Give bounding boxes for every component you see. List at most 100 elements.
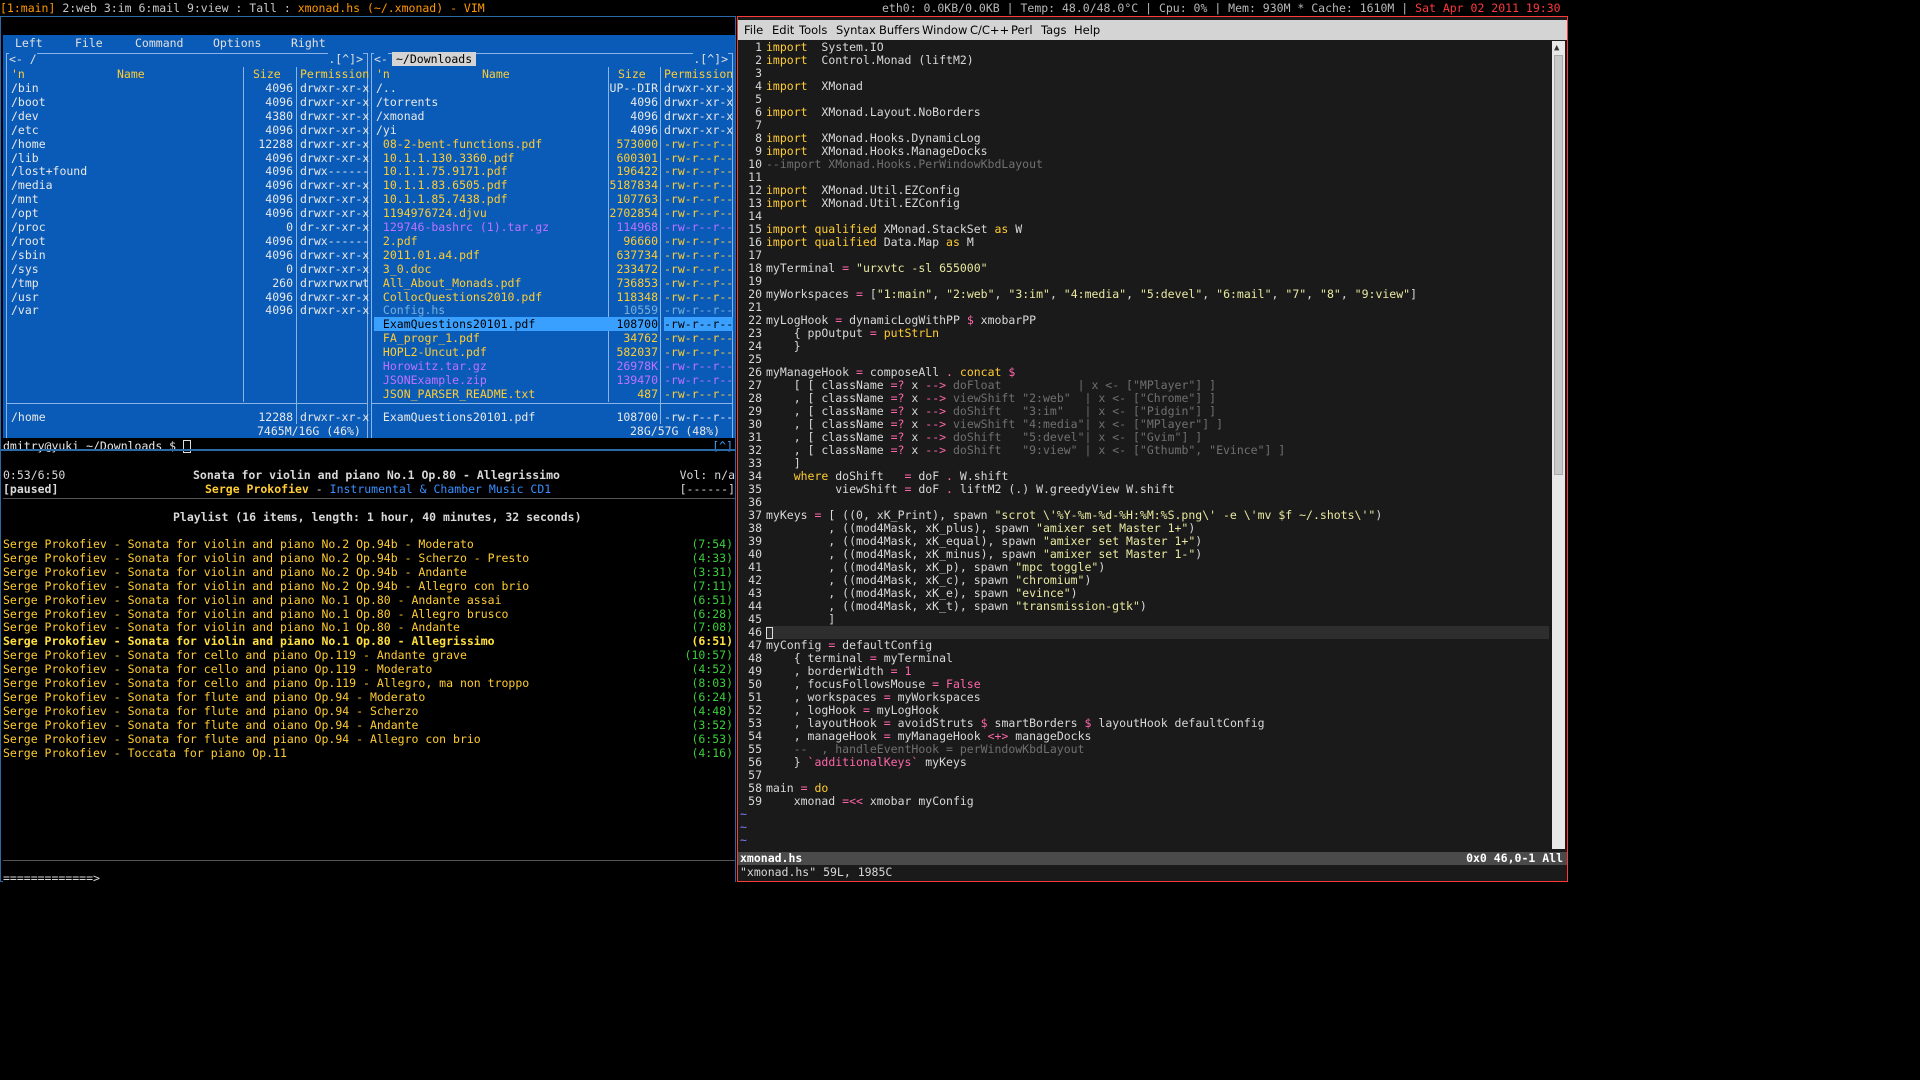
playlist-item[interactable]: Serge Prokofiev - Sonata for cello and p… bbox=[3, 662, 735, 676]
file-size[interactable]: 4096 bbox=[608, 95, 658, 109]
file-name[interactable]: 1194976724.djvu bbox=[376, 206, 487, 220]
file-name[interactable]: JSONExample.zip bbox=[376, 373, 487, 387]
file-perm[interactable]: -rw-r--r-- bbox=[664, 359, 733, 373]
left-terminal-window[interactable]: Left File Command Options Right <- / .[^… bbox=[0, 16, 736, 898]
code-editor[interactable]: 1 import System.IO 2 import Control.Monad (… bbox=[738, 41, 1550, 847]
file-perm[interactable]: -rw-r--r-- bbox=[664, 192, 733, 206]
file-size[interactable]: 118348 bbox=[608, 290, 658, 304]
menu-left[interactable]: Left bbox=[15, 35, 43, 51]
menu-tags[interactable]: Tags bbox=[1041, 20, 1066, 40]
file-perm[interactable]: -rw-r--r-- bbox=[664, 248, 733, 262]
file-perm[interactable]: -rw-r--r-- bbox=[664, 164, 733, 178]
playlist-item[interactable]: Serge Prokofiev - Sonata for violin and … bbox=[3, 579, 735, 593]
menu-file[interactable]: File bbox=[75, 35, 103, 51]
file-size[interactable]: 600301 bbox=[608, 151, 658, 165]
file-size[interactable]: 107763 bbox=[608, 192, 658, 206]
file-name[interactable]: /bin bbox=[11, 81, 39, 95]
left-panel-corner[interactable]: .[^]> bbox=[328, 52, 363, 66]
right-panel-corner[interactable]: .[^]> bbox=[693, 52, 728, 66]
workspace-list[interactable]: 2:web 3:im 6:mail 9:view : Tall : bbox=[62, 1, 290, 15]
file-perm[interactable]: -rw-r--r-- bbox=[664, 373, 733, 387]
file-size[interactable]: 4096 bbox=[243, 303, 293, 317]
file-size[interactable]: 4096 bbox=[243, 248, 293, 262]
file-perm[interactable]: -rw-r--r-- bbox=[664, 345, 733, 359]
file-name[interactable]: 10.1.1.83.6505.pdf bbox=[376, 178, 508, 192]
file-size[interactable]: 12288 bbox=[243, 137, 293, 151]
file-perm[interactable]: drwxr-xr-x bbox=[300, 303, 369, 317]
file-size[interactable]: 4096 bbox=[243, 123, 293, 137]
file-perm[interactable]: drwxr-xr-x bbox=[300, 262, 369, 276]
playlist-item[interactable]: Serge Prokofiev - Sonata for violin and … bbox=[3, 607, 735, 621]
file-size[interactable]: 139470 bbox=[608, 373, 658, 387]
vertical-scrollbar[interactable]: ▲ bbox=[1552, 41, 1565, 849]
file-size[interactable]: 4380 bbox=[243, 109, 293, 123]
file-name[interactable]: ExamQuestions20101.pdf bbox=[376, 317, 535, 331]
vim-cmdline[interactable]: "xmonad.hs" 59L, 1985C bbox=[738, 865, 1567, 879]
code-line[interactable]: } bbox=[766, 340, 801, 353]
menu-right[interactable]: Right bbox=[291, 35, 326, 51]
col-size[interactable]: Size bbox=[618, 67, 646, 81]
code-line[interactable]: xmonad =<< xmobar myConfig bbox=[766, 795, 974, 808]
file-name[interactable]: /lost+found bbox=[11, 164, 87, 178]
playlist-item[interactable]: Serge Prokofiev - Sonata for flute and p… bbox=[3, 704, 735, 718]
file-name[interactable]: Config.hs bbox=[376, 303, 445, 317]
file-perm[interactable]: drwxr-xr-x bbox=[300, 206, 369, 220]
code-line[interactable]: import Control.Monad (liftM2) bbox=[766, 54, 974, 67]
file-name[interactable]: /opt bbox=[11, 206, 39, 220]
code-line[interactable]: myWorkspaces = ["1:main", "2:web", "3:im… bbox=[766, 288, 1417, 301]
menu-command[interactable]: Command bbox=[135, 35, 183, 51]
code-line[interactable]: viewShift = doF . liftM2 (.) W.greedyVie… bbox=[766, 483, 1174, 496]
file-name[interactable]: 129746-bashrc (1).tar.gz bbox=[376, 220, 549, 234]
file-name[interactable]: /yi bbox=[376, 123, 397, 137]
file-size[interactable]: 26978K bbox=[608, 359, 658, 373]
file-name[interactable]: /proc bbox=[11, 220, 46, 234]
file-name[interactable]: All_About_Monads.pdf bbox=[376, 276, 521, 290]
file-size[interactable]: 582037 bbox=[608, 345, 658, 359]
file-name[interactable]: 2011.01.a4.pdf bbox=[376, 248, 480, 262]
file-size[interactable]: 4096 bbox=[608, 109, 658, 123]
menu-perl[interactable]: Perl bbox=[1011, 20, 1033, 40]
file-size[interactable]: 260 bbox=[243, 276, 293, 290]
file-name[interactable]: /etc bbox=[11, 123, 39, 137]
menu-tools[interactable]: Tools bbox=[799, 20, 827, 40]
file-size[interactable]: 108700 bbox=[608, 317, 658, 332]
col-permission[interactable]: Permission bbox=[664, 67, 733, 81]
code-line[interactable]: myTerminal = "urxvtc -sl 655000" bbox=[766, 262, 988, 275]
playlist-item[interactable]: Serge Prokofiev - Sonata for violin and … bbox=[3, 551, 735, 565]
playlist-item[interactable]: Serge Prokofiev - Toccata for piano Op.1… bbox=[3, 746, 735, 760]
ncmpcpp-player[interactable]: 0:53/6:50 [paused] Sonata for violin and… bbox=[3, 468, 735, 898]
menu-window[interactable]: Window bbox=[922, 20, 967, 40]
file-name[interactable]: /var bbox=[11, 303, 39, 317]
playlist-item[interactable]: Serge Prokofiev - Sonata for violin and … bbox=[3, 593, 735, 607]
file-perm[interactable]: drwxr-xr-x bbox=[300, 81, 369, 95]
file-perm[interactable]: -rw-r--r-- bbox=[664, 387, 733, 401]
code-line[interactable]: } `additionalKeys` myKeys bbox=[766, 756, 967, 769]
file-name[interactable]: /sbin bbox=[11, 248, 46, 262]
menu-file[interactable]: File bbox=[744, 20, 763, 40]
file-size[interactable]: 736853 bbox=[608, 276, 658, 290]
file-size[interactable]: 637734 bbox=[608, 248, 658, 262]
menu-edit[interactable]: Edit bbox=[772, 20, 794, 40]
file-size[interactable]: 0 bbox=[243, 262, 293, 276]
code-line[interactable]: import XMonad bbox=[766, 80, 863, 93]
file-name[interactable]: FA_progr_1.pdf bbox=[376, 331, 480, 345]
code-line[interactable]: import XMonad.Layout.NoBorders bbox=[766, 106, 981, 119]
col-permission[interactable]: Permission bbox=[300, 67, 369, 81]
midnight-commander[interactable]: Left File Command Options Right <- / .[^… bbox=[3, 35, 735, 440]
file-perm[interactable]: -rw-r--r-- bbox=[664, 151, 733, 165]
file-perm[interactable]: -rw-r--r-- bbox=[664, 262, 733, 276]
col-name[interactable]: Name bbox=[482, 67, 510, 81]
file-name[interactable]: /boot bbox=[11, 95, 46, 109]
menu-options[interactable]: Options bbox=[213, 35, 261, 51]
gvim-window[interactable]: File Edit Tools Syntax Buffers Window C/… bbox=[737, 16, 1568, 882]
file-name[interactable]: /media bbox=[11, 178, 53, 192]
file-perm[interactable]: drwxr-xr-x bbox=[300, 109, 369, 123]
file-name[interactable]: /tmp bbox=[11, 276, 39, 290]
file-size[interactable]: 4096 bbox=[243, 234, 293, 248]
file-perm[interactable]: -rw-r--r-- bbox=[664, 234, 733, 248]
file-name[interactable]: HOPL2-Uncut.pdf bbox=[376, 345, 487, 359]
active-workspace[interactable]: [1:main] bbox=[0, 1, 55, 15]
file-size[interactable]: 4096 bbox=[608, 123, 658, 137]
col-sort[interactable]: 'n bbox=[376, 67, 390, 81]
progress-bar[interactable]: =============> bbox=[3, 871, 100, 885]
